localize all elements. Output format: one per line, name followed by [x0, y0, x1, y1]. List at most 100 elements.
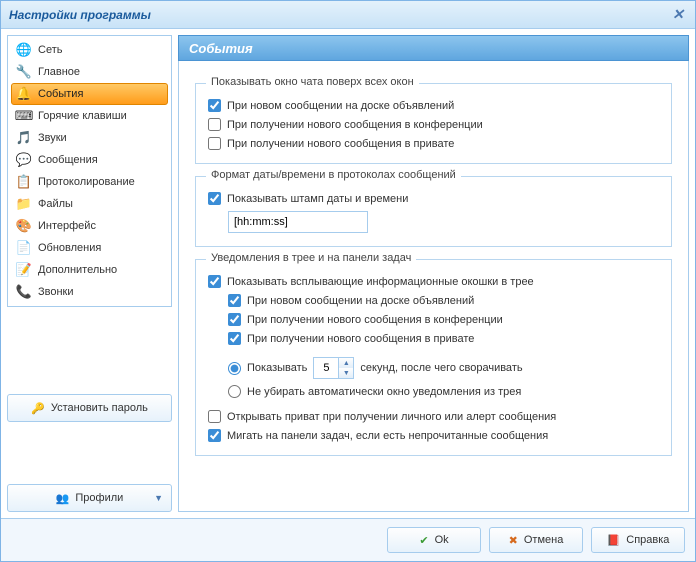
spinner-up-icon[interactable]: ▲: [339, 358, 353, 368]
checkbox-show-timestamp[interactable]: [208, 192, 221, 205]
settings-window: Настройки программы ✕ 🌐 Сеть 🔧 Главное 🔔…: [0, 0, 696, 562]
checkbox-label: При получении нового сообщения в привате: [227, 138, 454, 150]
sidebar-item-advanced[interactable]: 📝 Дополнительно: [11, 259, 168, 281]
group-legend: Показывать окно чата поверх всех окон: [206, 76, 419, 88]
checkbox-tray-board[interactable]: [228, 294, 241, 307]
checkbox-flash-taskbar[interactable]: [208, 429, 221, 442]
radio-label-post: секунд, после чего сворачивать: [360, 362, 522, 374]
cancel-icon: ✖: [509, 534, 518, 547]
titlebar: Настройки программы ✕: [1, 1, 695, 29]
content-header: События: [178, 35, 689, 61]
checkbox-show-tray-popups[interactable]: [208, 275, 221, 288]
checkbox-new-conference-message[interactable]: [208, 118, 221, 131]
profiles-button[interactable]: 👥 Профили ▼: [7, 484, 172, 512]
checkbox-row: Открывать приват при получении личного и…: [208, 407, 659, 426]
help-button[interactable]: 📕 Справка: [591, 527, 685, 553]
users-icon: 👥: [56, 492, 70, 505]
checkbox-new-private-message[interactable]: [208, 137, 221, 150]
sidebar-item-label: Интерфейс: [38, 220, 96, 232]
check-icon: ✔: [419, 534, 428, 547]
sidebar-item-label: Дополнительно: [38, 264, 117, 276]
group-legend: Уведомления в трее и на панели задач: [206, 252, 416, 264]
bell-icon: 🔔: [16, 86, 32, 102]
sidebar-item-label: Звонки: [38, 286, 74, 298]
sidebar-item-hotkeys[interactable]: ⌨ Горячие клавиши: [11, 105, 168, 127]
checkbox-row: При новом сообщении на доске объявлений: [228, 291, 659, 310]
content-title: События: [189, 41, 253, 56]
checkbox-row: При получении нового сообщения в привате: [208, 134, 659, 153]
checkbox-tray-conference[interactable]: [228, 313, 241, 326]
radio-label: Не убирать автоматически окно уведомлени…: [247, 386, 521, 398]
window-title: Настройки программы: [9, 8, 151, 22]
sidebar-item-logging[interactable]: 📋 Протоколирование: [11, 171, 168, 193]
clipboard-icon: 📋: [16, 174, 32, 190]
checkbox-label: Показывать всплывающие информационные ок…: [227, 276, 534, 288]
checkbox-label: Открывать приват при получении личного и…: [227, 411, 556, 423]
radio-hide-after[interactable]: [228, 362, 241, 375]
ok-button[interactable]: ✔ Ok: [387, 527, 481, 553]
format-row: [228, 208, 659, 236]
help-label: Справка: [626, 534, 669, 546]
checkbox-label: При новом сообщении на доске объявлений: [247, 295, 474, 307]
checkbox-row: При получении нового сообщения в привате: [228, 329, 659, 348]
group-legend: Формат даты/времени в протоколах сообщен…: [206, 169, 461, 181]
sidebar-item-main[interactable]: 🔧 Главное: [11, 61, 168, 83]
set-password-button[interactable]: 🔑 Установить пароль: [7, 394, 172, 422]
checkbox-row: Показывать штамп даты и времени: [208, 189, 659, 208]
group-datetime-format: Формат даты/времени в протоколах сообщен…: [195, 176, 672, 247]
sidebar-item-label: Файлы: [38, 198, 73, 210]
radio-keep[interactable]: [228, 385, 241, 398]
checkbox-label: При получении нового сообщения в конфере…: [227, 119, 483, 131]
sidebar-item-label: Горячие клавиши: [38, 110, 127, 122]
phone-icon: 📞: [16, 284, 32, 300]
checkbox-new-board-message[interactable]: [208, 99, 221, 112]
seconds-spinner: ▲ ▼: [313, 357, 354, 379]
sidebar-item-calls[interactable]: 📞 Звонки: [11, 281, 168, 303]
globe-icon: 🌐: [16, 42, 32, 58]
set-password-label: Установить пароль: [51, 402, 148, 414]
wrench-icon: 🔧: [16, 64, 32, 80]
timestamp-format-input[interactable]: [228, 211, 368, 233]
close-icon[interactable]: ✕: [669, 6, 687, 24]
book-icon: 📕: [607, 534, 621, 547]
checkbox-row: При получении нового сообщения в конфере…: [228, 310, 659, 329]
chat-icon: 💬: [16, 152, 32, 168]
sidebar-item-events[interactable]: 🔔 События: [11, 83, 168, 105]
sidebar-item-label: Звуки: [38, 132, 67, 144]
sidebar-item-updates[interactable]: 📄 Обновления: [11, 237, 168, 259]
profiles-label: Профили: [75, 492, 123, 504]
chevron-down-icon: ▼: [154, 493, 163, 503]
checkbox-label: Мигать на панели задач, если есть непроч…: [227, 430, 548, 442]
checkbox-tray-private[interactable]: [228, 332, 241, 345]
content: Показывать окно чата поверх всех окон Пр…: [178, 61, 689, 512]
sidebar-item-label: Обновления: [38, 242, 101, 254]
spinner-down-icon[interactable]: ▼: [339, 368, 353, 378]
checkbox-label: Показывать штамп даты и времени: [227, 193, 408, 205]
palette-icon: 🎨: [16, 218, 32, 234]
cancel-button[interactable]: ✖ Отмена: [489, 527, 583, 553]
sidebar-item-files[interactable]: 📁 Файлы: [11, 193, 168, 215]
radio-label-pre: Показывать: [247, 362, 307, 374]
sidebar-item-label: Протоколирование: [38, 176, 135, 188]
checkbox-row: При получении нового сообщения в конфере…: [208, 115, 659, 134]
nav-list: 🌐 Сеть 🔧 Главное 🔔 События ⌨ Горячие кла…: [7, 35, 172, 307]
page-icon: 📄: [16, 240, 32, 256]
sidebar-item-messages[interactable]: 💬 Сообщения: [11, 149, 168, 171]
checkbox-row: Мигать на панели задач, если есть непроч…: [208, 426, 659, 445]
content-wrap: События Показывать окно чата поверх всех…: [178, 35, 689, 512]
sidebar-item-interface[interactable]: 🎨 Интерфейс: [11, 215, 168, 237]
seconds-input[interactable]: [313, 357, 339, 379]
radio-row: Не убирать автоматически окно уведомлени…: [228, 382, 659, 401]
ok-label: Ok: [435, 534, 449, 546]
sidebar-item-sounds[interactable]: 🎵 Звуки: [11, 127, 168, 149]
cancel-label: Отмена: [524, 534, 563, 546]
radio-row: Показывать ▲ ▼ секунд, после чего сворач…: [228, 354, 659, 382]
music-icon: 🎵: [16, 130, 32, 146]
sidebar-item-label: Сообщения: [38, 154, 98, 166]
sidebar-item-label: Главное: [38, 66, 80, 78]
checkbox-open-private[interactable]: [208, 410, 221, 423]
sidebar-item-network[interactable]: 🌐 Сеть: [11, 39, 168, 61]
group-tray-notifications: Уведомления в трее и на панели задач Пок…: [195, 259, 672, 456]
checkbox-row: При новом сообщении на доске объявлений: [208, 96, 659, 115]
sidebar-item-label: События: [38, 88, 83, 100]
